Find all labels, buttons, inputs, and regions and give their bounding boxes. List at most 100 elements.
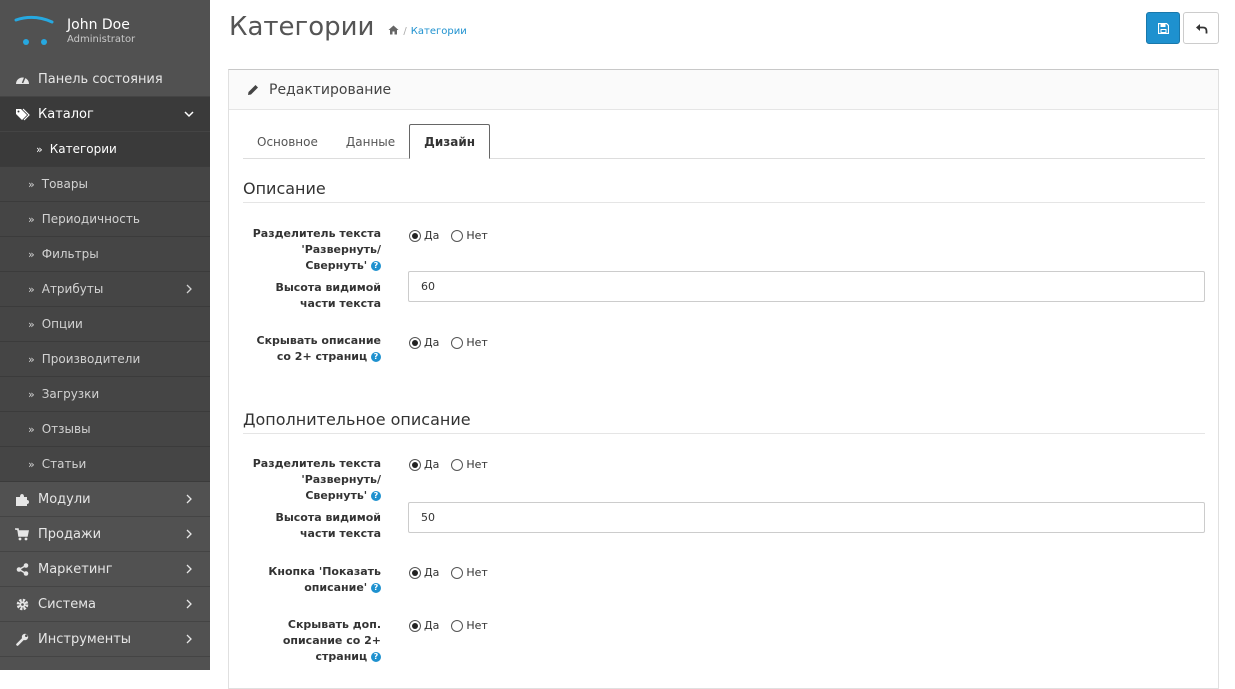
sidebar-item-options[interactable]: » Опции: [0, 307, 210, 342]
panel-heading: Редактирование: [229, 70, 1218, 110]
visible-height-input[interactable]: 60: [408, 271, 1205, 302]
tab-data[interactable]: Данные: [332, 124, 409, 159]
help-icon[interactable]: ?: [371, 583, 381, 593]
double-chevron-icon: »: [36, 142, 43, 156]
chevron-right-icon: [186, 634, 192, 644]
menu-item-modules[interactable]: Модули: [0, 482, 210, 517]
menu-item-label: Каталог: [38, 106, 94, 122]
section-title-additional-description: Дополнительное описание: [243, 410, 1205, 434]
breadcrumb-separator: /: [403, 26, 407, 37]
pencil-icon: [248, 84, 258, 95]
share-icon: [13, 562, 31, 576]
sidebar-item-products[interactable]: » Товары: [0, 167, 210, 202]
menu-item-catalog[interactable]: Каталог: [0, 97, 210, 132]
menu-item-dashboard[interactable]: Панель состояния: [0, 62, 210, 97]
help-icon[interactable]: ?: [371, 491, 381, 501]
main-content: Категории / Категории Редактирование Осн…: [210, 0, 1235, 689]
radio-no-label: Нет: [466, 619, 488, 632]
sidebar-item-filters[interactable]: » Фильтры: [0, 237, 210, 272]
sub-item-label: Производители: [41, 352, 141, 366]
double-chevron-icon: »: [28, 212, 35, 226]
home-icon[interactable]: [388, 25, 399, 38]
breadcrumb-link[interactable]: Категории: [411, 26, 467, 37]
menu-item-label: Инструменты: [38, 631, 132, 647]
field-label: Скрывать доп. описание со 2+ страниц ?: [282, 618, 381, 663]
shopping-cart-icon: [13, 527, 31, 541]
sidebar-item-attributes[interactable]: » Атрибуты: [0, 272, 210, 307]
reply-icon: [1195, 23, 1207, 33]
radio-yes-label: Да: [424, 619, 440, 632]
user-profile[interactable]: John Doe Administrator: [0, 0, 210, 62]
radio-yes[interactable]: [409, 458, 421, 471]
edit-panel: Редактирование Основное Данные Дизайн Оп…: [228, 69, 1219, 689]
tags-icon: [13, 108, 31, 121]
radio-yes-label: Да: [424, 229, 440, 242]
chevron-right-icon: [186, 599, 192, 609]
sub-item-label: Отзывы: [41, 422, 91, 436]
chevron-right-icon: [186, 529, 192, 539]
chevron-right-icon: [186, 564, 192, 574]
radio-yes[interactable]: [409, 229, 421, 242]
puzzle-icon: [13, 493, 31, 506]
double-chevron-icon: »: [28, 247, 35, 261]
menu-item-sales[interactable]: Продажи: [0, 517, 210, 552]
sub-item-label: Опции: [41, 317, 83, 331]
sub-item-label: Периодичность: [41, 212, 140, 226]
tab-design[interactable]: Дизайн: [409, 124, 491, 159]
radio-no[interactable]: [451, 229, 464, 242]
menu-item-system[interactable]: Система: [0, 587, 210, 622]
page-title: Категории: [229, 12, 375, 42]
menu-item-label: Система: [38, 596, 97, 612]
help-icon[interactable]: ?: [371, 352, 381, 362]
sub-item-label: Атрибуты: [41, 282, 104, 296]
double-chevron-icon: »: [28, 422, 35, 436]
double-chevron-icon: »: [28, 282, 35, 296]
sub-item-label: Статьи: [41, 457, 87, 471]
menu-item-label: Модули: [38, 491, 91, 507]
radio-yes[interactable]: [409, 619, 421, 632]
menu-item-label: Продажи: [38, 526, 102, 542]
visible-height-input-2[interactable]: 50: [408, 502, 1205, 533]
sub-item-label: Загрузки: [41, 387, 100, 401]
profile-role: Administrator: [67, 33, 136, 45]
menu-item-label: Панель состояния: [38, 71, 163, 87]
radio-group: Да Нет: [409, 619, 500, 632]
sub-item-label: Категории: [49, 142, 117, 156]
save-button[interactable]: [1146, 12, 1180, 44]
sidebar-item-downloads[interactable]: » Загрузки: [0, 377, 210, 412]
dashboard-icon: [13, 73, 31, 85]
help-icon[interactable]: ?: [371, 652, 381, 662]
back-button[interactable]: [1183, 12, 1219, 44]
profile-name: John Doe: [67, 16, 130, 33]
help-icon[interactable]: ?: [371, 261, 381, 271]
radio-no-label: Нет: [466, 458, 488, 471]
sidebar-item-manufacturers[interactable]: » Производители: [0, 342, 210, 377]
page-header: Категории / Категории: [229, 12, 467, 42]
sidebar-item-categories[interactable]: » Категории: [0, 132, 210, 167]
opencart-logo-icon: [14, 14, 54, 48]
save-icon: [1157, 22, 1169, 34]
double-chevron-icon: »: [28, 317, 35, 331]
double-chevron-icon: »: [28, 457, 35, 471]
wrench-icon: [13, 633, 31, 646]
field-label: Разделитель текста 'Развернуть/Свернуть'…: [252, 227, 381, 272]
sub-item-label: Фильтры: [41, 247, 99, 261]
sidebar-item-reviews[interactable]: » Отзывы: [0, 412, 210, 447]
radio-yes[interactable]: [409, 336, 421, 349]
radio-no[interactable]: [451, 458, 464, 471]
radio-no[interactable]: [451, 336, 464, 349]
tab-bar: Основное Данные Дизайн: [243, 124, 1205, 159]
menu-item-marketing[interactable]: Маркетинг: [0, 552, 210, 587]
panel-title: Редактирование: [269, 81, 392, 98]
radio-no[interactable]: [451, 619, 464, 632]
radio-yes-label: Да: [424, 336, 440, 349]
radio-no[interactable]: [451, 566, 464, 579]
sidebar: John Doe Administrator Панель состояния …: [0, 0, 210, 670]
menu-item-tools[interactable]: Инструменты: [0, 622, 210, 657]
cog-icon: [13, 598, 31, 611]
sidebar-item-recurring[interactable]: » Периодичность: [0, 202, 210, 237]
radio-yes[interactable]: [409, 566, 421, 579]
tab-general[interactable]: Основное: [243, 124, 332, 159]
sidebar-item-articles[interactable]: » Статьи: [0, 447, 210, 482]
field-label: Разделитель текста 'Развернуть/Свернуть'…: [252, 457, 381, 502]
